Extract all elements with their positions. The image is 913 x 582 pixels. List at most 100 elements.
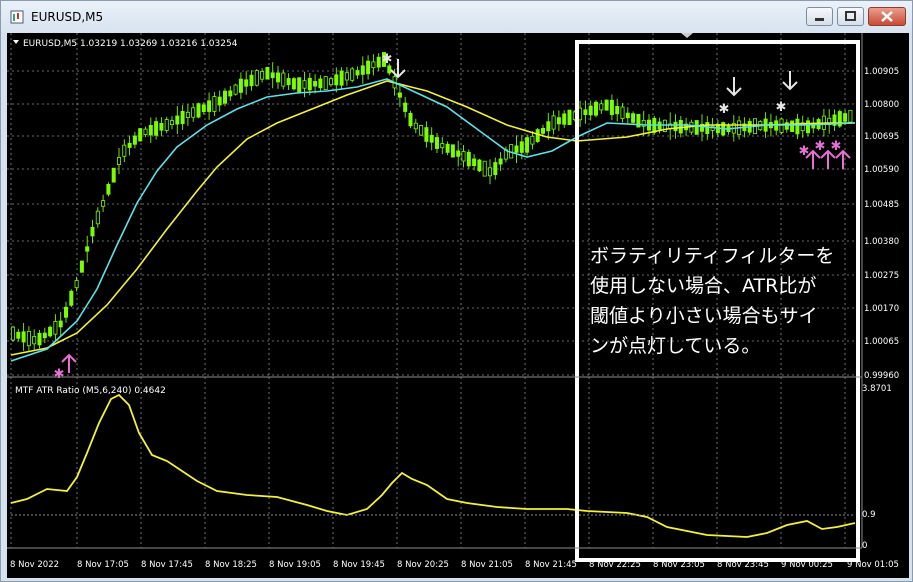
time-label: 8 Nov 19:05 <box>269 560 321 570</box>
candle-body <box>185 111 190 119</box>
candle-body <box>297 77 302 93</box>
window-title: EURUSD,M5 <box>31 10 104 24</box>
time-label: 8 Nov 2022 <box>10 560 59 570</box>
candle-body <box>32 335 37 345</box>
candle-body <box>360 65 365 75</box>
close-button[interactable] <box>868 7 906 26</box>
candle-body <box>424 127 429 142</box>
candle-body <box>583 109 588 116</box>
price-label: 0.99960 <box>864 371 899 381</box>
candle-body <box>148 125 153 136</box>
candle-body <box>604 99 609 111</box>
chart-shift-marker[interactable] <box>681 33 693 38</box>
candle-body <box>323 76 328 90</box>
candle-body <box>440 143 445 149</box>
candle-body <box>138 128 143 142</box>
candle-body <box>530 135 535 145</box>
time-label: 8 Nov 23:05 <box>653 560 705 570</box>
candle-body <box>456 150 461 157</box>
minimize-icon <box>815 18 824 21</box>
candle-body <box>69 290 74 306</box>
candle-body <box>408 112 413 127</box>
candle-body <box>228 90 233 97</box>
signal-star-icon: ✱ <box>382 52 393 67</box>
candle-body <box>143 128 148 135</box>
title-bar[interactable]: EURUSD,M5 <box>1 1 912 33</box>
candle-body <box>313 81 318 87</box>
candle-body <box>843 113 848 122</box>
candle-body <box>594 101 599 116</box>
candle-body <box>95 210 100 225</box>
candle-body <box>233 84 238 95</box>
candle-body <box>397 92 402 98</box>
candle-body <box>334 74 339 86</box>
candle-body <box>117 157 122 165</box>
candle-body <box>217 96 222 106</box>
candle-body <box>260 71 265 80</box>
candle-body <box>127 142 132 148</box>
price-label: 1.00485 <box>864 200 899 210</box>
candle-body <box>302 80 307 89</box>
candle-body <box>482 160 487 177</box>
candle-body <box>26 330 31 347</box>
candle-body <box>472 158 477 167</box>
time-label: 8 Nov 17:05 <box>77 560 129 570</box>
candle-body <box>286 78 291 86</box>
candle-body <box>275 72 280 83</box>
candle-body <box>848 109 853 123</box>
candle-body <box>551 115 556 130</box>
candle-body <box>625 112 630 119</box>
price-label: 1.00065 <box>864 337 899 347</box>
candle-body <box>562 113 567 125</box>
candle-body <box>85 246 90 252</box>
candle-body <box>238 78 243 93</box>
time-label: 8 Nov 20:25 <box>397 560 449 570</box>
candle-body <box>212 96 217 112</box>
main-chart-header: EURUSD,M5 1.03219 1.03269 1.03216 1.0325… <box>23 39 238 49</box>
chart-menu-icon[interactable] <box>13 40 19 44</box>
chart-area[interactable]: ✱ ✱ ✱ ✱ ✱ ✱ ✱ EURUSD,M5 1.03219 1.03269 1.0321… <box>7 33 909 578</box>
candle-body <box>588 105 593 116</box>
sell-arrow-icon <box>726 77 742 97</box>
candle-body <box>403 102 408 112</box>
minimize-button[interactable] <box>806 7 833 26</box>
candle-body <box>371 61 376 69</box>
candle-body <box>169 120 174 125</box>
candle-body <box>328 78 333 86</box>
candle-body <box>122 144 127 157</box>
candle-body <box>535 129 540 142</box>
candle-body <box>307 77 312 91</box>
maximize-button[interactable] <box>837 7 864 26</box>
candle-body <box>53 320 58 335</box>
time-label: 8 Nov 17:45 <box>141 560 193 570</box>
candle-body <box>164 119 169 131</box>
candle-body <box>477 159 482 172</box>
candle-body <box>419 125 424 136</box>
candle-body <box>620 106 625 119</box>
candle-body <box>222 90 227 104</box>
restore-icon <box>845 11 856 21</box>
candle-body <box>466 151 471 167</box>
candle-body <box>196 103 201 118</box>
candle-body <box>487 167 492 177</box>
signal-star-icon: ✱ <box>719 102 730 117</box>
price-label: 1.00800 <box>864 100 899 110</box>
atr-top-value: 3.8701 <box>862 384 892 394</box>
candle-body <box>609 99 614 116</box>
candle-body <box>546 121 551 132</box>
candle-body <box>806 120 811 134</box>
time-label: 8 Nov 23:45 <box>717 560 769 570</box>
candle-body <box>201 104 206 112</box>
candle-body <box>111 167 116 183</box>
sell-arrow-icon <box>390 59 406 79</box>
candle-body <box>42 332 47 339</box>
price-label: 1.00275 <box>864 271 899 281</box>
candle-body <box>445 143 450 153</box>
candle-body <box>413 122 418 130</box>
candle-body <box>58 320 63 328</box>
chart-window: EURUSD,M5 ✱ ✱ ✱ ✱ ✱ ✱ ✱ EURUSD,M5 1.03219 1.03… <box>0 0 913 582</box>
time-label: 8 Nov 21:05 <box>461 560 513 570</box>
candle-body <box>355 70 360 76</box>
time-label: 8 Nov 21:45 <box>525 560 577 570</box>
candle-body <box>450 144 455 158</box>
